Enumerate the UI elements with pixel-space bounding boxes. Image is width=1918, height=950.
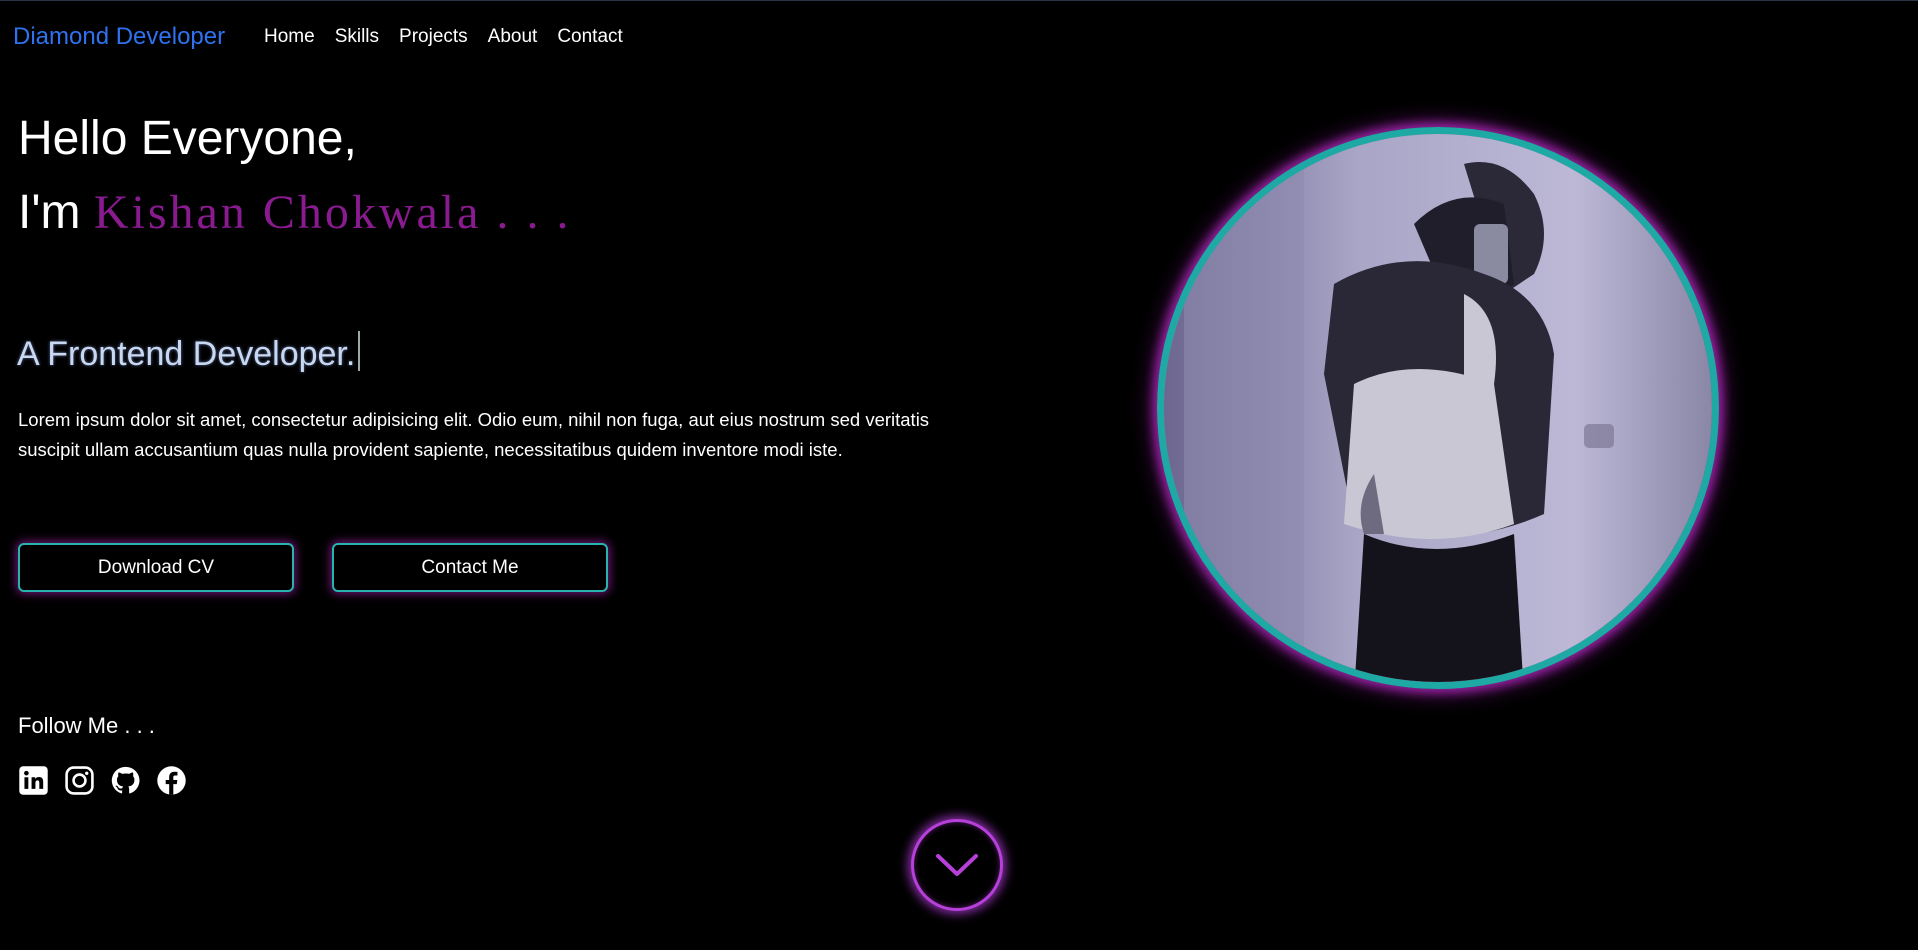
nav-link-projects[interactable]: Projects <box>399 26 468 48</box>
hero-description: Lorem ipsum dolor sit amet, consectetur … <box>18 409 930 460</box>
hero-name-line: I'm Kishan Chokwala . . . <box>18 185 571 240</box>
nav-link-about[interactable]: About <box>488 26 538 48</box>
facebook-icon[interactable] <box>156 765 187 796</box>
hero-role: A Frontend Developer. <box>17 331 360 374</box>
profile-photo <box>1157 127 1719 689</box>
social-links <box>18 765 187 796</box>
nav-link-home[interactable]: Home <box>264 26 315 48</box>
follow-title: Follow Me . . . <box>18 713 155 738</box>
instagram-icon[interactable] <box>64 765 95 796</box>
role-text: A Frontend Developer. <box>17 335 356 373</box>
download-cv-button[interactable]: Download CV <box>18 543 294 592</box>
contact-me-button[interactable]: Contact Me <box>332 543 608 592</box>
brand-link[interactable]: Diamond Developer <box>13 23 225 51</box>
im-prefix: I'm <box>18 186 81 239</box>
profile-photo-image <box>1164 134 1712 682</box>
hero-name: Kishan Chokwala . . . <box>93 186 572 239</box>
nav-links: Home Skills Projects About Contact <box>264 26 643 48</box>
typing-caret <box>358 331 360 371</box>
linkedin-icon[interactable] <box>18 765 49 796</box>
github-icon[interactable] <box>110 765 141 796</box>
nav-link-skills[interactable]: Skills <box>335 26 379 48</box>
nav-link-contact[interactable]: Contact <box>557 26 622 48</box>
chevron-down-icon <box>936 854 978 876</box>
page: Diamond Developer Home Skills Projects A… <box>0 0 1918 950</box>
scroll-down-button[interactable] <box>911 819 1003 911</box>
navbar: Diamond Developer Home Skills Projects A… <box>0 1 1918 75</box>
hero-greeting: Hello Everyone, <box>18 112 357 165</box>
